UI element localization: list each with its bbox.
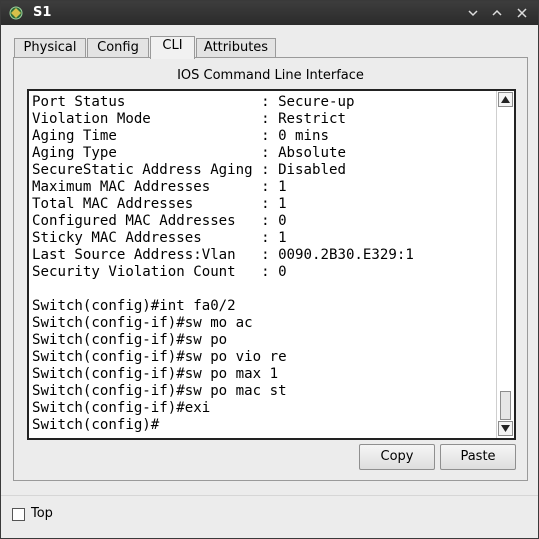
title-bar[interactable]: S1 bbox=[1, 1, 538, 25]
scrollbar-thumb[interactable] bbox=[500, 391, 511, 420]
terminal-line: Switch(config-if)#exi bbox=[32, 400, 211, 416]
window-title: S1 bbox=[33, 5, 52, 20]
tab-config[interactable]: Config bbox=[87, 38, 149, 58]
top-label: Top bbox=[31, 506, 53, 521]
terminal-line: Port Status : Secure-up bbox=[32, 94, 355, 110]
terminal-line: Sticky MAC Addresses : 1 bbox=[32, 230, 287, 246]
terminal-line: Switch(config-if)#sw po max 1 bbox=[32, 366, 279, 382]
scroll-down-button[interactable] bbox=[498, 421, 513, 436]
terminal-line: Switch(config)# bbox=[32, 417, 160, 433]
terminal-scrollbar[interactable] bbox=[496, 91, 514, 438]
terminal-output: Port Status : Secure-up Violation Mode : … bbox=[32, 94, 492, 434]
close-button[interactable] bbox=[513, 4, 531, 22]
cli-panel: IOS Command Line Interface Port Status :… bbox=[13, 57, 528, 481]
terminal-line: Security Violation Count : 0 bbox=[32, 264, 287, 280]
close-icon bbox=[517, 8, 527, 18]
cli-terminal[interactable]: Port Status : Secure-up Violation Mode : … bbox=[27, 89, 516, 440]
tab-attributes[interactable]: Attributes bbox=[196, 38, 276, 58]
tab-cli[interactable]: CLI bbox=[150, 36, 195, 59]
cli-caption: IOS Command Line Interface bbox=[177, 68, 364, 83]
top-checkbox[interactable] bbox=[12, 508, 25, 521]
minimize-button[interactable] bbox=[464, 4, 482, 22]
maximize-button[interactable] bbox=[488, 4, 506, 22]
terminal-line: Maximum MAC Addresses : 1 bbox=[32, 179, 287, 195]
app-icon bbox=[8, 5, 24, 21]
terminal-line: Switch(config-if)#sw po mac st bbox=[32, 383, 287, 399]
terminal-line: Last Source Address:Vlan : 0090.2B30.E32… bbox=[32, 247, 414, 263]
paste-button[interactable]: Paste bbox=[440, 444, 516, 470]
terminal-line: Violation Mode : Restrict bbox=[32, 111, 346, 127]
terminal-line: Switch(config-if)#sw mo ac bbox=[32, 315, 253, 331]
terminal-line: SecureStatic Address Aging : Disabled bbox=[32, 162, 346, 178]
chevron-up-icon bbox=[492, 9, 502, 16]
terminal-line: Aging Type : Absolute bbox=[32, 145, 346, 161]
terminal-line: Configured MAC Addresses : 0 bbox=[32, 213, 287, 229]
terminal-line: Switch(config-if)#sw po vio re bbox=[32, 349, 287, 365]
arrow-down-icon bbox=[501, 425, 510, 432]
copy-button[interactable]: Copy bbox=[359, 444, 435, 470]
terminal-line: Switch(config)#int fa0/2 bbox=[32, 298, 236, 314]
terminal-line: Aging Time : 0 mins bbox=[32, 128, 329, 144]
chevron-down-icon bbox=[468, 10, 478, 17]
scroll-up-button[interactable] bbox=[498, 92, 513, 107]
terminal-line: Switch(config-if)#sw po bbox=[32, 332, 228, 348]
tab-physical[interactable]: Physical bbox=[14, 38, 86, 58]
footer-divider bbox=[1, 495, 538, 496]
terminal-line: Total MAC Addresses : 1 bbox=[32, 196, 287, 212]
arrow-up-icon bbox=[501, 96, 510, 103]
device-window: S1 Physical Config CLI Attributes IOS Co… bbox=[0, 0, 539, 539]
